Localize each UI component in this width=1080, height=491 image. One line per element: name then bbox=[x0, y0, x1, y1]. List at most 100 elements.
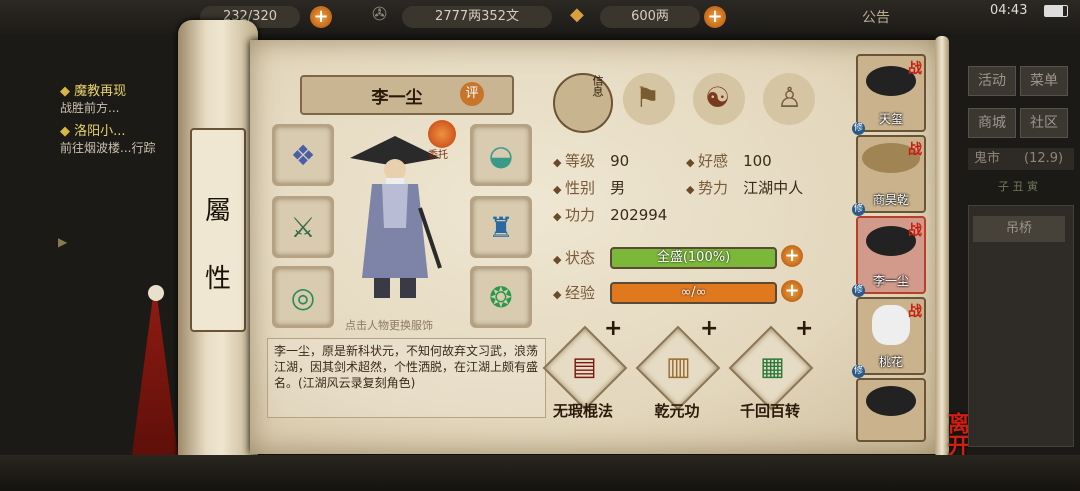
power-row: ◆ 功力 202994 bbox=[553, 206, 668, 224]
notice-button[interactable]: 公告 bbox=[862, 7, 890, 27]
member-avatar bbox=[872, 305, 910, 345]
add-silver-button[interactable]: + bbox=[704, 6, 726, 28]
cultivate-badge: 修 bbox=[852, 365, 865, 378]
skill-3-icon: ▦ bbox=[760, 352, 785, 382]
shop-button[interactable]: 商城 bbox=[968, 108, 1016, 138]
faction-value: 江湖中人 bbox=[743, 179, 804, 197]
map-panel[interactable]: 吊桥 bbox=[968, 205, 1074, 447]
power-value: 202994 bbox=[610, 206, 668, 224]
skill-1-add-icon[interactable]: + bbox=[604, 316, 622, 341]
gender-row: ◆ 性别 男 bbox=[553, 179, 626, 197]
party-member-card[interactable] bbox=[856, 378, 926, 442]
cultivate-badge: 修 bbox=[852, 122, 865, 135]
restore-status-button[interactable]: + bbox=[781, 245, 803, 267]
level-row: ◆ 等级 90 bbox=[553, 152, 630, 170]
top-bar: 232/320 + ✇ 2777两352文 ◆ 600两 + 公告 04:43 bbox=[0, 0, 1080, 34]
location-bridge-button[interactable]: 吊桥 bbox=[973, 216, 1065, 242]
tab-info[interactable]: 信息 bbox=[553, 73, 613, 133]
necklace-icon: ❂ bbox=[489, 280, 513, 314]
quest-panel[interactable]: ◆ 魔教再现 战胜前方... ◆ 洛阳小... 前往烟波楼...行踪 bbox=[60, 80, 190, 190]
cultivate-badge: 修 bbox=[852, 203, 865, 216]
equip-slot-armor[interactable]: ♜ bbox=[470, 196, 532, 258]
hat-icon: ◒ bbox=[488, 138, 514, 172]
rate-button[interactable]: 评 bbox=[460, 82, 484, 106]
bagua-icon: ☯ bbox=[705, 81, 731, 114]
status-value: 全盛(100%) bbox=[656, 250, 731, 265]
scroll-roll: 屬 性 bbox=[178, 20, 258, 470]
quest-title[interactable]: ◆ 魔教再现 bbox=[60, 80, 190, 99]
party-member-card[interactable]: 战 商昊乾 bbox=[856, 135, 926, 213]
in-battle-badge: 战 bbox=[908, 304, 922, 320]
leave-button[interactable]: 离开 bbox=[932, 412, 972, 456]
gender-value: 男 bbox=[610, 179, 626, 197]
weapon-icon: ⚔ bbox=[290, 210, 316, 244]
quest-desc: 前往烟波楼...行踪 bbox=[60, 141, 156, 155]
tassel-decoration bbox=[130, 300, 180, 470]
skill-3-label: 千回百转 bbox=[739, 402, 800, 420]
member-name: 李一尘 bbox=[872, 274, 909, 288]
faction-row: ◆ 势力 江湖中人 bbox=[686, 179, 804, 197]
copper-counter: 2777两352文 bbox=[402, 6, 552, 28]
entrust-label: 委托 bbox=[428, 150, 448, 161]
tab-meridian[interactable]: ♙ bbox=[763, 73, 815, 125]
status-label: ◆ 状态 bbox=[553, 249, 595, 267]
name-plate: 李一尘 评 bbox=[300, 75, 514, 115]
party-member-card-selected[interactable]: 战 李一尘 bbox=[856, 216, 926, 294]
scroll-label-box: 屬 性 bbox=[190, 128, 246, 332]
change-outfit-hint: 点击人物更换服饰 bbox=[345, 319, 433, 332]
skill-2-icon: ▥ bbox=[666, 352, 691, 382]
in-battle-badge: 战 bbox=[908, 142, 922, 158]
equip-slot-hat[interactable]: ◒ bbox=[470, 124, 532, 186]
tassel-bead bbox=[148, 285, 164, 301]
equip-slot-weapon[interactable]: ⚔ bbox=[272, 196, 334, 258]
battery-icon bbox=[1044, 5, 1068, 17]
skill-1-icon: ▤ bbox=[572, 352, 597, 382]
status-bar: 全盛(100%) bbox=[610, 247, 777, 269]
equip-slot-ring[interactable]: ◎ bbox=[272, 266, 334, 328]
activity-button[interactable]: 活动 bbox=[968, 66, 1016, 96]
meridian-icon: ♙ bbox=[777, 81, 803, 114]
copper-icon: ✇ bbox=[372, 4, 388, 25]
scroll-right-roll bbox=[935, 36, 949, 458]
add-stamina-button[interactable]: + bbox=[310, 6, 332, 28]
level-value: 90 bbox=[610, 152, 630, 170]
silver-icon: ◆ bbox=[570, 4, 584, 25]
exp-bar: ∞/∞ bbox=[610, 282, 777, 304]
party-member-card[interactable]: 战 天玺 bbox=[856, 54, 926, 132]
exp-value: ∞/∞ bbox=[680, 285, 707, 300]
add-exp-button[interactable]: + bbox=[781, 280, 803, 302]
bottom-bar bbox=[0, 455, 1080, 491]
skill-2-add-icon[interactable]: + bbox=[700, 316, 718, 341]
character-description: 李一尘，原是新科状元，不知何故弃文习武，浪荡江湖，因其剑术超然，个性洒脱，在江湖… bbox=[267, 338, 546, 418]
market-bar[interactable]: 鬼市 (12.9) bbox=[968, 148, 1074, 170]
member-name: 桃花 bbox=[878, 355, 903, 369]
time-indicator: 子 丑 寅 bbox=[998, 180, 1038, 193]
silver-counter: 600两 bbox=[600, 6, 700, 28]
exp-label: ◆ 经验 bbox=[553, 284, 595, 302]
tab-items[interactable]: ⚑ bbox=[623, 73, 675, 125]
accessory-icon: ❖ bbox=[290, 138, 316, 172]
member-avatar bbox=[866, 386, 916, 416]
tab-bagua[interactable]: ☯ bbox=[693, 73, 745, 125]
scroll-label-bottom: 性 bbox=[204, 264, 231, 294]
cultivate-badge: 修 bbox=[852, 284, 865, 297]
clock: 04:43 bbox=[990, 3, 1028, 18]
party-member-card[interactable]: 战 桃花 bbox=[856, 297, 926, 375]
in-battle-badge: 战 bbox=[908, 223, 922, 239]
quest-desc: 战胜前方... bbox=[60, 101, 120, 115]
expand-arrow-icon[interactable]: ▶ bbox=[58, 235, 67, 249]
equip-slot-necklace[interactable]: ❂ bbox=[470, 266, 532, 328]
member-name: 天玺 bbox=[878, 112, 903, 126]
ring-icon: ◎ bbox=[290, 280, 316, 314]
skill-3-add-icon[interactable]: + bbox=[795, 316, 813, 341]
community-button[interactable]: 社区 bbox=[1020, 108, 1068, 138]
quest-title[interactable]: ◆ 洛阳小... bbox=[60, 120, 190, 139]
menu-button[interactable]: 菜单 bbox=[1020, 66, 1068, 96]
favor-row: ◆ 好感 100 bbox=[686, 152, 772, 170]
skill-2-label: 乾元功 bbox=[654, 402, 700, 420]
entrust-icon[interactable] bbox=[428, 120, 456, 148]
items-icon: ⚑ bbox=[635, 81, 661, 114]
tab-info-label: 信息 bbox=[591, 75, 604, 97]
armor-icon: ♜ bbox=[488, 210, 514, 244]
equip-slot-accessory[interactable]: ❖ bbox=[272, 124, 334, 186]
